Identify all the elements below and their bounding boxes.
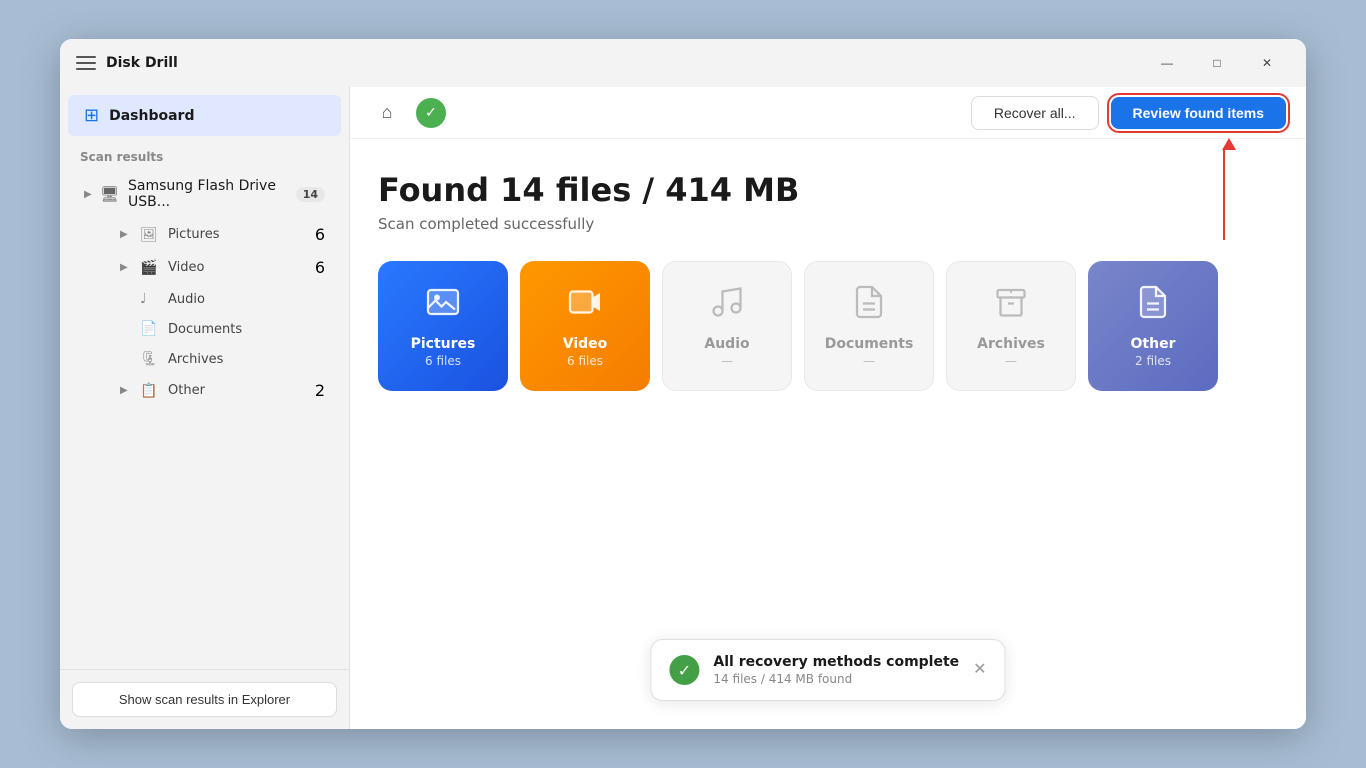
toast-text: All recovery methods complete 14 files /… xyxy=(713,654,959,686)
pictures-badge: 6 xyxy=(315,225,325,244)
archives-card-label: Archives xyxy=(977,336,1045,352)
sidebar: ⊞ Dashboard Scan results ▶ 🖥 Samsung Fla… xyxy=(60,87,350,729)
recover-all-button[interactable]: Recover all... xyxy=(971,96,1099,130)
app-window: Disk Drill — □ ✕ ⊞ Dashboard Scan result… xyxy=(60,39,1306,729)
video-chevron: ▶ xyxy=(120,262,136,273)
home-button[interactable]: ⌂ xyxy=(370,96,404,130)
file-type-cards: Pictures 6 files Video 6 files xyxy=(378,261,1278,391)
card-pictures[interactable]: Pictures 6 files xyxy=(378,261,508,391)
card-audio[interactable]: Audio — xyxy=(662,261,792,391)
review-found-items-button[interactable]: Review found items xyxy=(1111,97,1286,129)
pictures-icon: 🖼 xyxy=(140,227,162,243)
recovery-toast: ✓ All recovery methods complete 14 files… xyxy=(650,639,1005,701)
archives-card-count: — xyxy=(1005,354,1017,368)
other-card-icon xyxy=(1135,284,1171,328)
audio-card-icon xyxy=(709,284,745,328)
audio-card-label: Audio xyxy=(704,336,749,352)
arrow-line xyxy=(1223,150,1225,240)
card-video[interactable]: Video 6 files xyxy=(520,261,650,391)
archives-icon: 🗜 xyxy=(140,351,162,367)
other-card-count: 2 files xyxy=(1135,354,1171,368)
sidebar-bottom: Show scan results in Explorer xyxy=(60,669,349,729)
documents-chevron: ▶ xyxy=(120,324,136,335)
maximize-button[interactable]: □ xyxy=(1194,47,1240,79)
card-other[interactable]: Other 2 files xyxy=(1088,261,1218,391)
other-label: Other xyxy=(168,383,315,398)
archives-label: Archives xyxy=(168,352,325,367)
other-icon: 📋 xyxy=(140,383,162,399)
scan-status-icon: ✓ xyxy=(416,98,446,128)
samsung-badge: 14 xyxy=(296,187,325,202)
content-panel: ⌂ ✓ Recover all... Review found items Fo… xyxy=(350,87,1306,729)
video-icon: 🎬 xyxy=(140,260,162,276)
sidebar-item-audio[interactable]: ▶ ♩ Audio xyxy=(68,285,341,313)
sidebar-item-video[interactable]: ▶ 🎬 Video 6 xyxy=(68,252,341,283)
main-layout: ⊞ Dashboard Scan results ▶ 🖥 Samsung Fla… xyxy=(60,87,1306,729)
archives-card-icon xyxy=(993,284,1029,328)
sidebar-item-samsung[interactable]: ▶ 🖥 Samsung Flash Drive USB... 14 xyxy=(68,171,341,217)
scan-results-label: Scan results xyxy=(60,140,349,170)
video-label: Video xyxy=(168,260,315,275)
pictures-card-label: Pictures xyxy=(411,336,476,352)
main-content: Found 14 files / 414 MB Scan completed s… xyxy=(350,139,1306,729)
minimize-button[interactable]: — xyxy=(1144,47,1190,79)
archives-chevron: ▶ xyxy=(120,354,136,365)
card-archives[interactable]: Archives — xyxy=(946,261,1076,391)
menu-icon[interactable] xyxy=(76,56,96,70)
drive-icon: 🖥 xyxy=(100,185,122,203)
close-button[interactable]: ✕ xyxy=(1244,47,1290,79)
toolbar: ⌂ ✓ Recover all... Review found items xyxy=(350,87,1306,139)
arrow-head xyxy=(1222,138,1236,150)
video-card-label: Video xyxy=(563,336,608,352)
video-card-count: 6 files xyxy=(567,354,603,368)
other-chevron: ▶ xyxy=(120,385,136,396)
documents-card-icon xyxy=(851,284,887,328)
title-bar: Disk Drill — □ ✕ xyxy=(60,39,1306,87)
card-documents[interactable]: Documents — xyxy=(804,261,934,391)
pictures-label: Pictures xyxy=(168,227,315,242)
documents-icon: 📄 xyxy=(140,321,162,337)
documents-card-count: — xyxy=(863,354,875,368)
other-badge: 2 xyxy=(315,381,325,400)
scan-status-text: Scan completed successfully xyxy=(378,215,1278,233)
other-card-label: Other xyxy=(1131,336,1176,352)
pictures-card-icon xyxy=(425,284,461,328)
toast-close-button[interactable]: ✕ xyxy=(973,662,986,678)
dashboard-label: Dashboard xyxy=(109,108,194,124)
video-badge: 6 xyxy=(315,258,325,277)
show-explorer-button[interactable]: Show scan results in Explorer xyxy=(72,682,337,717)
documents-label: Documents xyxy=(168,322,325,337)
pictures-chevron: ▶ xyxy=(120,229,136,240)
toast-check-icon: ✓ xyxy=(669,655,699,685)
sidebar-item-archives[interactable]: ▶ 🗜 Archives xyxy=(68,345,341,373)
arrow-annotation xyxy=(1222,139,1226,249)
audio-chevron: ▶ xyxy=(120,294,136,305)
audio-card-count: — xyxy=(721,354,733,368)
sidebar-item-dashboard[interactable]: ⊞ Dashboard xyxy=(68,95,341,136)
toast-title: All recovery methods complete xyxy=(713,654,959,670)
window-controls: — □ ✕ xyxy=(1144,47,1290,79)
app-title: Disk Drill xyxy=(106,55,178,71)
dashboard-grid-icon: ⊞ xyxy=(84,105,99,126)
pictures-card-count: 6 files xyxy=(425,354,461,368)
sidebar-item-documents[interactable]: ▶ 📄 Documents xyxy=(68,315,341,343)
toast-subtitle: 14 files / 414 MB found xyxy=(713,672,959,686)
audio-label: Audio xyxy=(168,292,325,307)
found-title: Found 14 files / 414 MB xyxy=(378,171,1278,209)
sidebar-item-pictures[interactable]: ▶ 🖼 Pictures 6 xyxy=(68,219,341,250)
video-card-icon xyxy=(567,284,603,328)
samsung-label: Samsung Flash Drive USB... xyxy=(128,178,296,210)
sidebar-item-other[interactable]: ▶ 📋 Other 2 xyxy=(68,375,341,406)
documents-card-label: Documents xyxy=(825,336,914,352)
chevron-icon: ▶ xyxy=(84,189,100,200)
audio-icon: ♩ xyxy=(140,291,162,307)
